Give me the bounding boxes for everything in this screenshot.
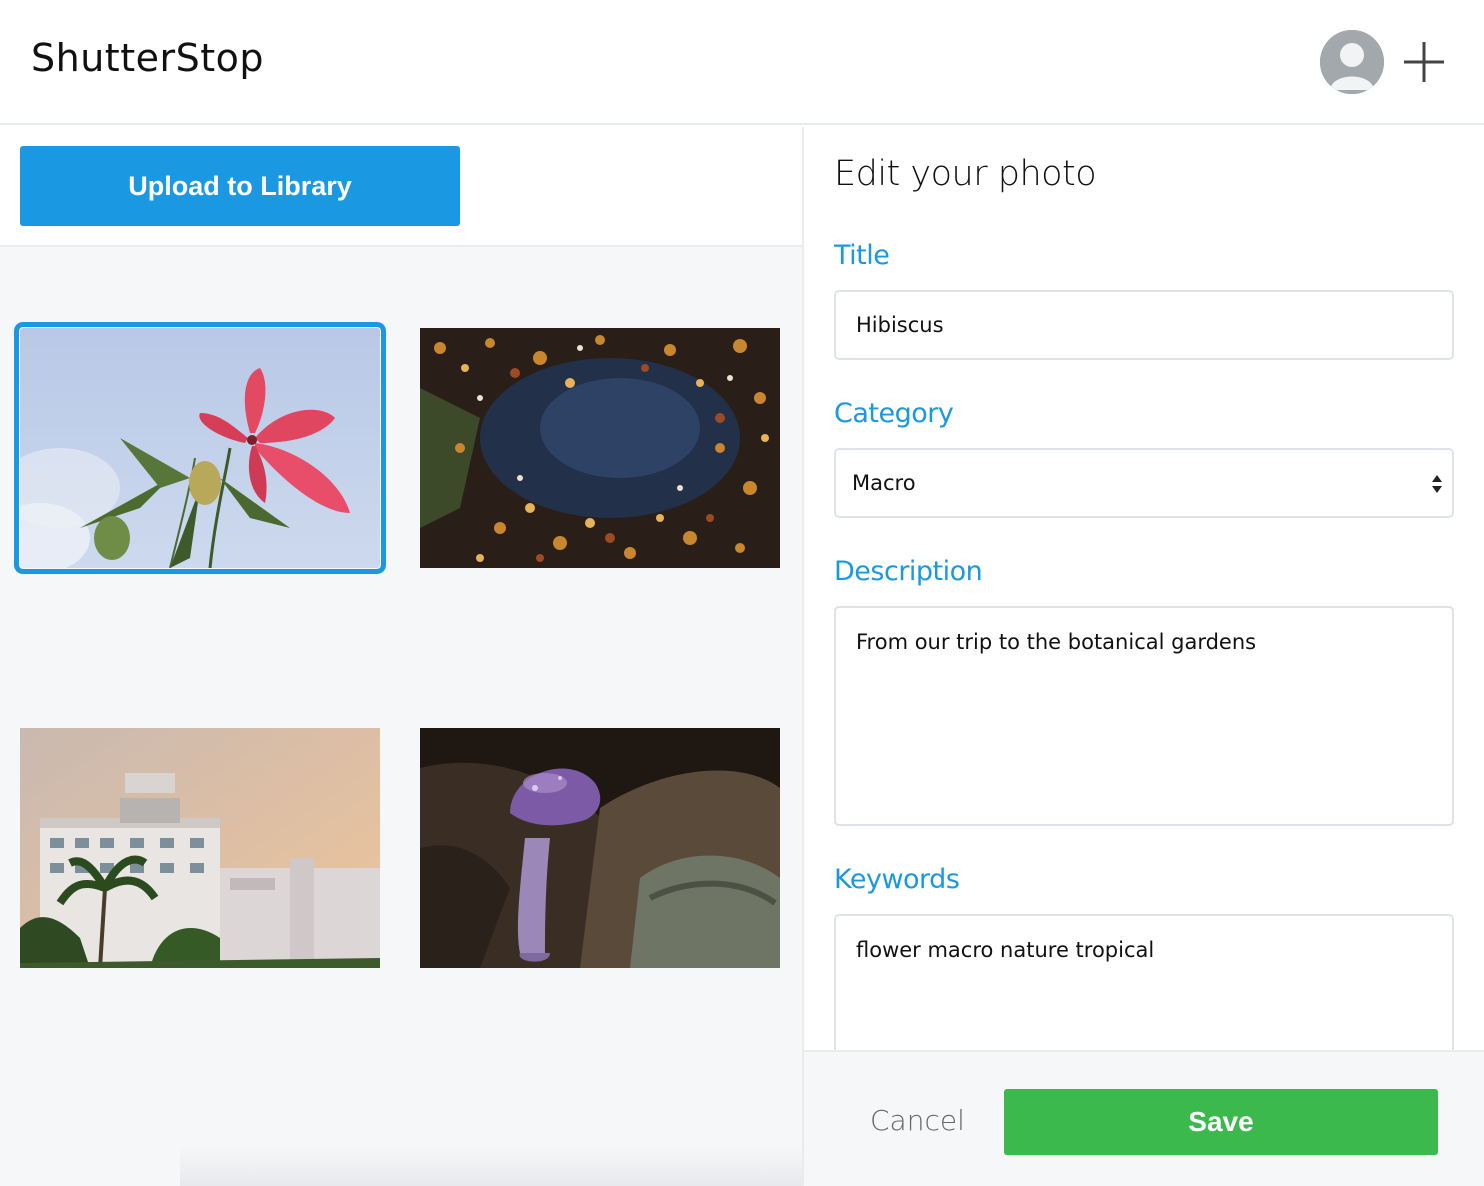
photo-thumbnail-hibiscus[interactable] [14,322,386,574]
title-label: Title [834,240,890,271]
photo-thumbnail-autumn-leaves[interactable] [420,328,780,568]
select-arrows-icon [1430,472,1444,496]
category-select[interactable]: Macro [834,448,1454,518]
library-bottom-shadow [180,1146,803,1186]
plus-icon[interactable] [1400,38,1448,86]
upload-button[interactable]: Upload to Library [20,146,460,226]
category-label: Category [834,398,954,429]
app-header: ShutterStop [0,0,1484,125]
save-button[interactable]: Save [1004,1089,1438,1155]
description-label: Description [834,556,983,587]
category-select-value: Macro [852,471,916,495]
cancel-button[interactable]: Cancel [870,1104,965,1137]
brand-logo[interactable]: ShutterStop [31,36,264,80]
title-input[interactable]: Hibiscus [834,290,1454,360]
user-avatar-icon[interactable] [1320,30,1384,94]
keywords-label: Keywords [834,864,960,895]
panel-title: Edit your photo [834,154,1097,194]
edit-photo-panel: Edit your photo Title Hibiscus Category … [804,127,1484,1186]
description-textarea[interactable]: From our trip to the botanical gardens [834,606,1454,826]
photo-library: Upload to Library [0,127,803,1186]
editor-footer: Cancel Save [804,1050,1484,1186]
upload-toolbar: Upload to Library [0,127,803,247]
photo-thumbnail-hotel-building[interactable] [20,728,380,968]
photo-thumbnail-mushroom[interactable] [420,728,780,968]
